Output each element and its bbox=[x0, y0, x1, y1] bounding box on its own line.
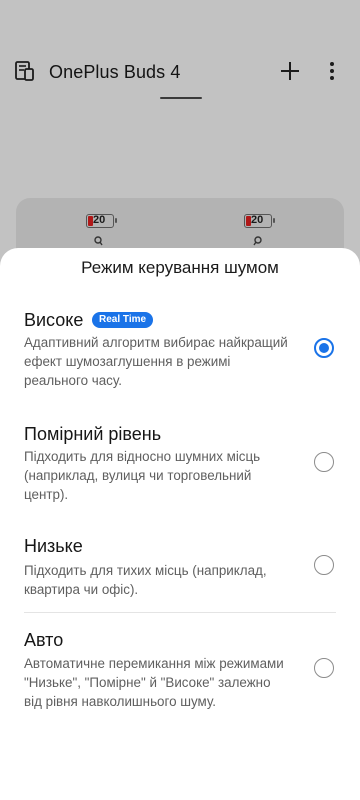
battery-icon: 20 bbox=[244, 214, 275, 228]
battery-icon: 20 bbox=[86, 214, 117, 228]
left-earbud-icon bbox=[94, 236, 103, 246]
devices-icon[interactable] bbox=[14, 60, 36, 82]
radio-low[interactable] bbox=[314, 555, 334, 575]
option-title: Низьке bbox=[24, 536, 83, 556]
battery-label: 20 bbox=[93, 214, 106, 226]
app-title: OnePlus Buds 4 bbox=[49, 62, 181, 82]
option-title: Високе bbox=[24, 310, 84, 330]
radio-auto[interactable] bbox=[314, 658, 334, 678]
option-description: Підходить для відносно шумних місць (нап… bbox=[24, 449, 261, 502]
right-earbud: 20 bbox=[244, 214, 278, 246]
right-earbud-icon bbox=[253, 236, 262, 246]
option-title: Помірний рівень bbox=[24, 424, 162, 444]
real-time-badge: Real Time bbox=[92, 312, 154, 328]
sheet-title: Режим керування шумом bbox=[81, 258, 279, 277]
header-indicator bbox=[160, 97, 202, 99]
radio-high[interactable] bbox=[314, 338, 334, 358]
option-title: Авто bbox=[24, 630, 64, 650]
left-earbud: 20 bbox=[86, 214, 120, 246]
plus-icon[interactable] bbox=[279, 60, 301, 82]
radio-medium[interactable] bbox=[314, 452, 334, 472]
option-description: Автоматичне перемикання між режимами "Ни… bbox=[24, 656, 284, 709]
app-header: OnePlus Buds 4 bbox=[0, 0, 360, 100]
option-description: Підходить для тихих місць (наприклад, кв… bbox=[24, 563, 267, 597]
option-description: Адаптивний алгоритм вибирає найкращий еф… bbox=[24, 335, 288, 388]
more-vertical-icon[interactable] bbox=[323, 59, 341, 83]
divider bbox=[24, 612, 336, 613]
battery-label: 20 bbox=[251, 214, 264, 226]
